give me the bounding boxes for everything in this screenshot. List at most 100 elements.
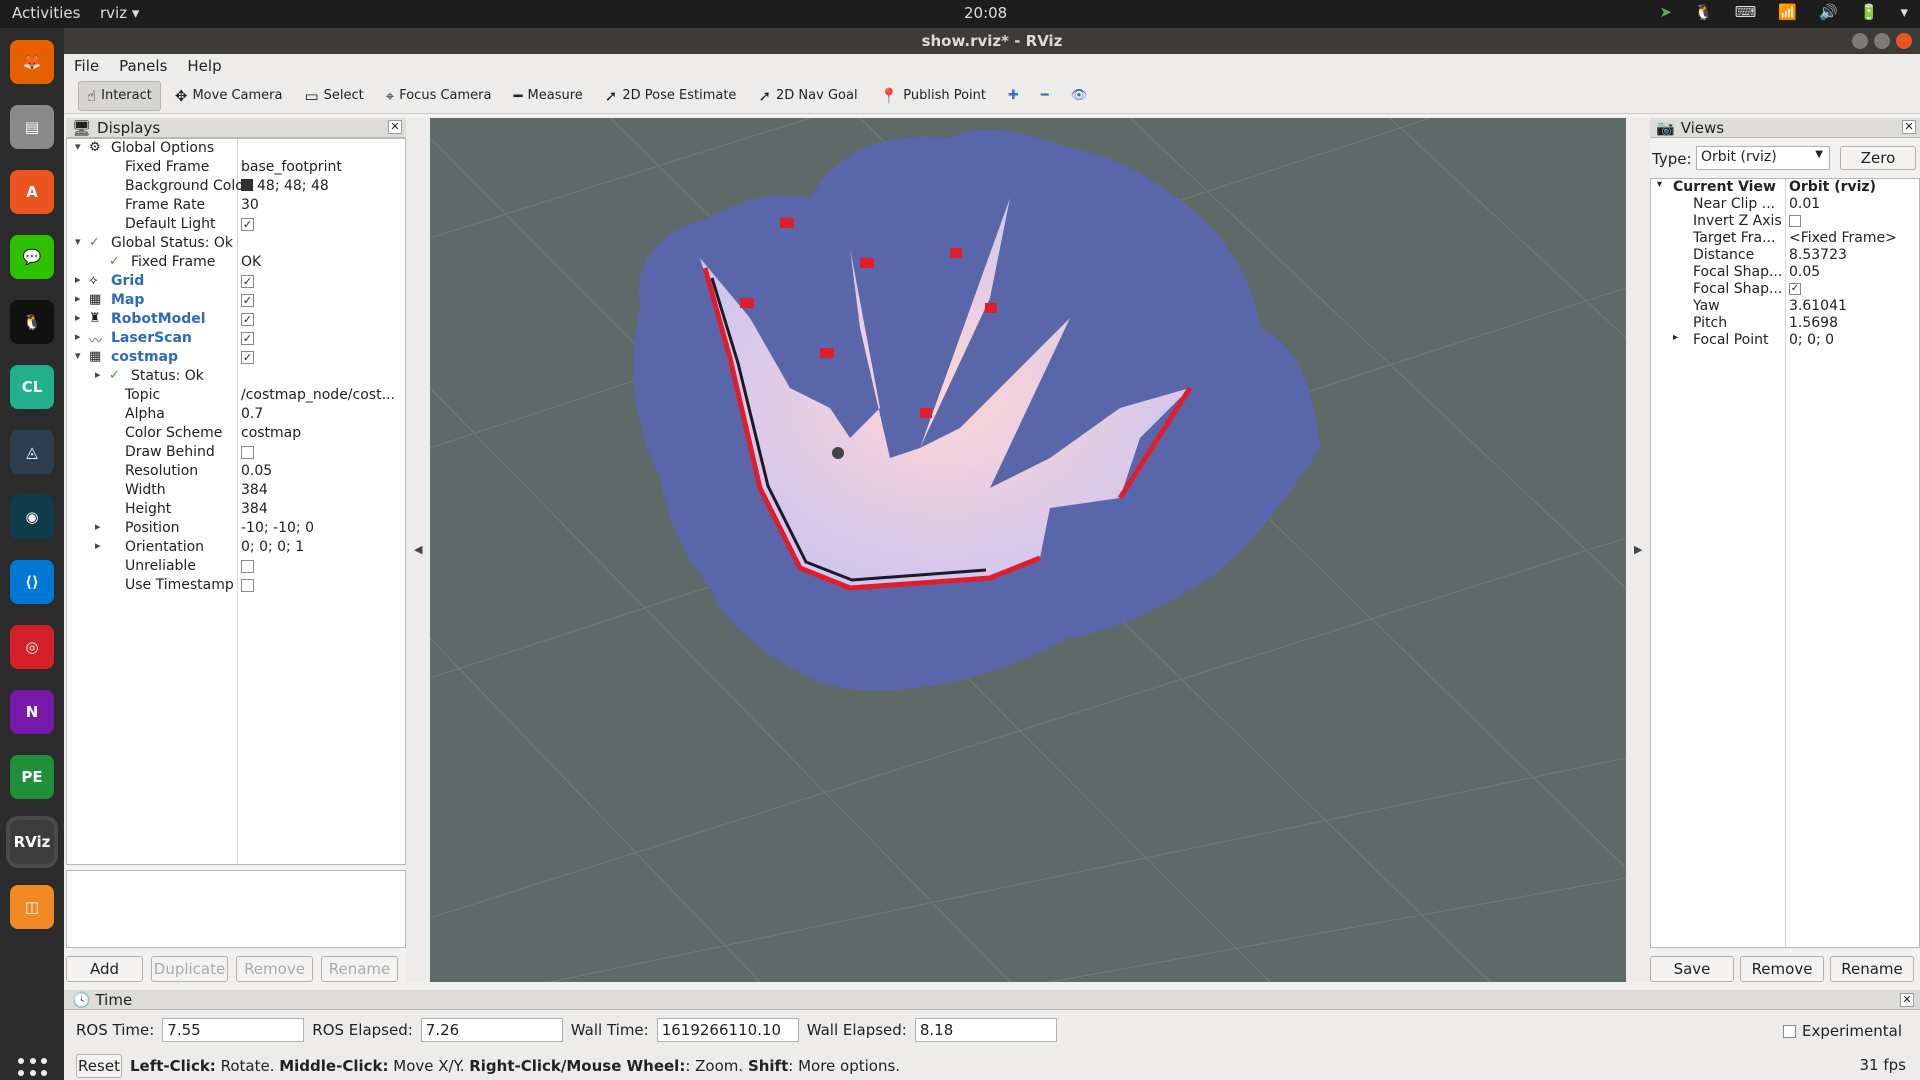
right-splitter[interactable]: ▶ [1626, 118, 1650, 982]
expand-arrow-icon[interactable]: ▾ [1657, 179, 1662, 190]
property-checkbox[interactable]: ✓ [241, 313, 254, 326]
display-row-use-timestamp[interactable]: Use Timestamp [67, 576, 405, 595]
experimental-toggle[interactable]: Experimental [1782, 1022, 1902, 1040]
expand-arrow-icon[interactable]: ▾ [75, 349, 81, 362]
display-row-global-status-ok[interactable]: ▾ ✓ Global Status: Ok [67, 234, 405, 253]
add-tool-icon[interactable]: ✚ [1000, 83, 1027, 108]
dock-app-network[interactable]: ◬ [10, 430, 54, 474]
dock-app-rviz[interactable]: RViz [10, 820, 54, 864]
wall-elapsed-field[interactable]: 8.18 [914, 1018, 1057, 1042]
property-value[interactable]: /costmap_node/cost... [241, 387, 401, 403]
left-splitter[interactable]: ◀ [406, 118, 430, 982]
zero-button[interactable]: Zero [1840, 146, 1916, 170]
close-icon[interactable]: ✕ [388, 120, 402, 134]
dock-app-layers[interactable]: ◫ [10, 885, 54, 929]
remove-button[interactable]: Remove [1740, 956, 1824, 982]
menu-panels[interactable]: Panels [119, 57, 167, 75]
display-row-global-options[interactable]: ▾ ⚙ Global Options [67, 139, 405, 158]
tool-2d-nav-goal[interactable]: ➚ 2D Nav Goal [750, 82, 865, 110]
wifi-icon[interactable]: 📶 [1778, 3, 1797, 21]
app-menu[interactable]: rviz ▾ [100, 4, 139, 22]
property-value[interactable]: 30 [241, 197, 401, 213]
property-value[interactable]: 3.61041 [1789, 298, 1917, 314]
power-menu-icon[interactable]: ▾ [1900, 3, 1908, 21]
duplicate-button[interactable]: Duplicate [151, 956, 228, 982]
views-tree[interactable]: ▾ Current View Orbit (rviz) Near Clip ... 0.… [1650, 178, 1920, 948]
3d-viewport[interactable] [430, 118, 1626, 982]
expand-arrow-icon[interactable]: ▸ [95, 539, 101, 552]
battery-icon[interactable]: 🔋 [1860, 3, 1879, 21]
view-row-distance[interactable]: Distance 8.53723 [1651, 247, 1919, 264]
menu-file[interactable]: File [74, 57, 99, 75]
property-checkbox[interactable]: ✓ [1789, 283, 1801, 295]
view-row-pitch[interactable]: Pitch 1.5698 [1651, 315, 1919, 332]
display-row-width[interactable]: Width 384 [67, 481, 405, 500]
dock-app-wechat[interactable]: 💬 [10, 235, 54, 279]
property-value[interactable]: 0; 0; 0 [1789, 332, 1917, 348]
expand-arrow-icon[interactable]: ▸ [1673, 332, 1678, 343]
view-row-yaw[interactable]: Yaw 3.61041 [1651, 298, 1919, 315]
display-row-alpha[interactable]: Alpha 0.7 [67, 405, 405, 424]
tool-interact[interactable]: ☝ Interact [78, 80, 161, 111]
dock-app-software[interactable]: A [10, 170, 54, 214]
display-row-fixed-frame[interactable]: Fixed Frame base_footprint [67, 158, 405, 177]
property-value[interactable]: Orbit (rviz) [1789, 179, 1917, 195]
ros-time-field[interactable]: 7.55 [162, 1018, 305, 1042]
property-value[interactable]: 0.7 [241, 406, 401, 422]
property-value[interactable]: 0.05 [241, 463, 401, 479]
activities-button[interactable]: Activities [12, 4, 80, 22]
view-row-current-view[interactable]: ▾ Current View Orbit (rviz) [1651, 179, 1919, 196]
tool-2d-pose-estimate[interactable]: ➚ 2D Pose Estimate [597, 82, 745, 110]
dock-app-files[interactable]: ▤ [10, 105, 54, 149]
experimental-checkbox[interactable] [1782, 1024, 1796, 1038]
expand-arrow-icon[interactable]: ▸ [95, 368, 101, 381]
view-row-focal-shap[interactable]: Focal Shap... ✓ [1651, 281, 1919, 298]
clock[interactable]: 20:08 [964, 4, 1007, 22]
property-checkbox[interactable] [241, 560, 254, 573]
view-row-target-fra[interactable]: Target Fra... <Fixed Frame> [1651, 230, 1919, 247]
display-row-frame-rate[interactable]: Frame Rate 30 [67, 196, 405, 215]
display-row-default-light[interactable]: Default Light ✓ [67, 215, 405, 234]
display-row-fixed-frame[interactable]: ✓ Fixed Frame OK [67, 253, 405, 272]
property-value[interactable]: 8.53723 [1789, 247, 1917, 263]
dock-app-pycharm[interactable]: PE [10, 755, 54, 799]
property-checkbox[interactable]: ✓ [241, 275, 254, 288]
minimize-button[interactable] [1852, 33, 1868, 49]
property-value[interactable]: 48; 48; 48 [241, 178, 401, 194]
property-value[interactable]: 1.5698 [1789, 315, 1917, 331]
tux-icon[interactable]: 🐧 [1694, 3, 1713, 21]
view-row-focal-shap[interactable]: Focal Shap... 0.05 [1651, 264, 1919, 281]
collapse-right-icon[interactable]: ▶ [1634, 543, 1642, 556]
expand-arrow-icon[interactable]: ▾ [75, 140, 81, 153]
dock-app-vs-code[interactable]: ⟨⟩ [10, 560, 54, 604]
display-row-orientation[interactable]: ▸ Orientation 0; 0; 0; 1 [67, 538, 405, 557]
property-value[interactable]: base_footprint [241, 159, 401, 175]
add-button[interactable]: Add [66, 956, 143, 982]
property-checkbox[interactable] [241, 579, 254, 592]
displays-tree[interactable]: ▾ ⚙ Global Options Fixed Frame base_footprin… [66, 138, 406, 865]
ros-elapsed-field[interactable]: 7.26 [420, 1018, 563, 1042]
wall-time-field[interactable]: 1619266110.10 [656, 1018, 799, 1042]
reset-button[interactable]: Reset [76, 1054, 122, 1078]
display-row-laserscan[interactable]: ▸ 〰 LaserScan ✓ [67, 329, 405, 349]
property-checkbox[interactable]: ✓ [241, 218, 254, 231]
display-row-status-ok[interactable]: ▸ ✓ Status: Ok [67, 367, 405, 386]
dock-app-onenote[interactable]: N [10, 690, 54, 734]
rename-button[interactable]: Rename [321, 956, 398, 982]
property-checkbox[interactable] [241, 446, 254, 459]
system-tray[interactable]: ➤ 🐧 ⌨ 📶 🔊 🔋 ▾ [1659, 3, 1908, 21]
display-row-background-color[interactable]: Background Color 48; 48; 48 [67, 177, 405, 196]
property-value[interactable]: 384 [241, 482, 401, 498]
collapse-left-icon[interactable]: ◀ [414, 543, 422, 556]
tool-focus-camera[interactable]: ⌖ Focus Camera [378, 82, 500, 110]
property-checkbox[interactable]: ✓ [241, 332, 254, 345]
tool-move-camera[interactable]: ✥ Move Camera [167, 82, 291, 110]
view-row-invert-z-axis[interactable]: Invert Z Axis [1651, 213, 1919, 230]
maximize-button[interactable] [1874, 33, 1890, 49]
rename-button[interactable]: Rename [1830, 956, 1914, 982]
display-row-resolution[interactable]: Resolution 0.05 [67, 462, 405, 481]
dock-app-clion[interactable]: CL [10, 365, 54, 409]
property-value[interactable]: <Fixed Frame> [1789, 230, 1917, 246]
display-row-unreliable[interactable]: Unreliable [67, 557, 405, 576]
close-icon[interactable]: ✕ [1902, 120, 1916, 134]
